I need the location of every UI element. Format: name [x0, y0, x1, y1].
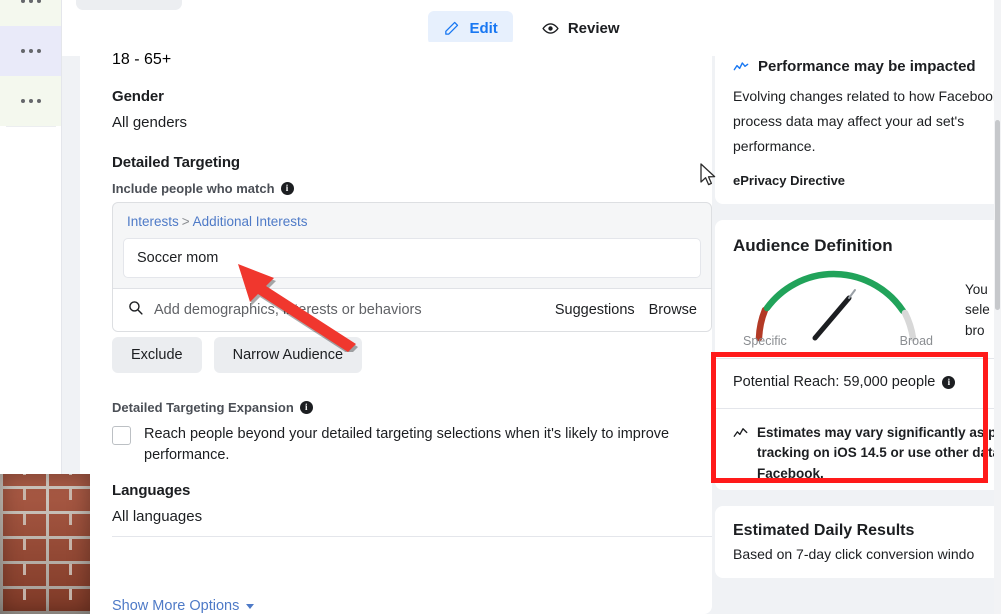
chart-line-icon — [733, 59, 749, 75]
show-more-options-label: Show More Options — [112, 598, 240, 614]
page-scrollbar[interactable] — [994, 0, 1001, 614]
info-icon[interactable]: i — [942, 375, 956, 389]
gender-field: Gender All genders — [112, 88, 187, 131]
browse-link[interactable]: Browse — [649, 302, 697, 318]
detailed-targeting-expansion: Detailed Targeting Expansion i Reach peo… — [112, 400, 712, 466]
performance-notice-line2: process data may affect your ad set's — [733, 113, 965, 129]
caret-down-icon — [246, 603, 255, 609]
pencil-icon — [443, 20, 460, 37]
performance-notice-title: Performance may be impacted — [758, 58, 976, 75]
search-input[interactable]: Add demographics, interests or behaviors — [154, 302, 545, 318]
breadcrumb-root[interactable]: Interests — [127, 214, 179, 229]
estimate-disclaimer-text: Estimates may vary significantly as pe t… — [757, 423, 1001, 484]
expansion-description: Reach people beyond your detailed target… — [144, 426, 670, 464]
tab-review-label: Review — [567, 19, 620, 37]
eprivacy-directive-link[interactable]: ePrivacy Directive — [733, 173, 983, 188]
languages-value: All languages — [112, 508, 203, 525]
search-link-group: Suggestions Browse — [555, 302, 697, 318]
suggestions-link[interactable]: Suggestions — [555, 302, 635, 318]
insights-column: Performance may be impacted Evolving cha… — [715, 42, 1001, 614]
expansion-checkbox-row: Reach people beyond your detailed target… — [112, 424, 712, 466]
potential-reach-row: Potential Reach: 59,000 people i — [733, 359, 983, 404]
estimate-line2: tracking on iOS 14.5 or use other data — [757, 445, 1001, 461]
chart-line-icon — [733, 425, 748, 484]
page-scrollbar-thumb[interactable] — [995, 120, 1000, 310]
estimated-daily-results-card: Estimated Daily Results Based on 7-day c… — [715, 505, 1001, 578]
screen-root: Edit Review 18 - 65+ Gender All genders — [0, 0, 1001, 614]
include-people-label: Include people who match i — [112, 181, 294, 196]
gauge-graphic — [755, 270, 917, 342]
ellipsis-icon — [21, 99, 41, 103]
rail-divider — [6, 126, 56, 127]
gauge-label-specific: Specific — [743, 334, 787, 348]
info-icon[interactable]: i — [280, 182, 294, 195]
estimate-disclaimer: Estimates may vary significantly as pe t… — [733, 409, 1001, 484]
expansion-checkbox[interactable] — [112, 426, 131, 445]
ellipsis-icon — [21, 0, 41, 3]
audience-gauge: Specific Broad You sele bro — [733, 262, 990, 354]
languages-label: Languages — [112, 482, 191, 499]
potential-reach-label: Potential Reach: 59,000 people — [733, 374, 936, 390]
age-value: 18 - 65+ — [112, 51, 172, 68]
eye-icon — [542, 20, 559, 37]
page-column: Edit Review 18 - 65+ Gender All genders — [62, 0, 1001, 614]
detailed-targeting-header: Detailed Targeting Include people who ma… — [112, 154, 294, 196]
performance-notice-card: Performance may be impacted Evolving cha… — [715, 42, 1001, 204]
audience-definition-card: Audience Definition Specific Broad You s… — [715, 220, 1001, 490]
languages-field: Languages All languages — [112, 482, 202, 525]
performance-notice-line1: Evolving changes related to how Facebook — [733, 88, 1000, 104]
gauge-axis-labels: Specific Broad — [743, 334, 933, 348]
targeting-search-row: Add demographics, interests or behaviors… — [113, 288, 711, 331]
performance-notice-header: Performance may be impacted — [733, 58, 983, 75]
estimate-line1: Estimates may vary significantly as pe — [757, 425, 1001, 440]
estimated-daily-results-subtitle: Based on 7-day click conversion windo — [733, 545, 975, 562]
ad-set-form-card: 18 - 65+ Gender All genders Detailed Tar… — [80, 42, 712, 614]
info-icon[interactable]: i — [299, 401, 313, 414]
breadcrumb-leaf[interactable]: Additional Interests — [193, 214, 308, 229]
gauge-label-broad: Broad — [899, 334, 933, 348]
selected-interest-chip[interactable]: Soccer mom — [123, 238, 701, 278]
tab-edit-label: Edit — [469, 19, 498, 37]
exclude-button[interactable]: Exclude — [112, 337, 202, 373]
tab-edit[interactable]: Edit — [428, 11, 513, 45]
performance-notice-line3: performance. — [733, 138, 816, 154]
rail-menu-2[interactable] — [0, 26, 61, 76]
gender-value: All genders — [112, 114, 188, 131]
breadcrumb-separator: > — [181, 214, 190, 229]
rail-menu-3[interactable] — [0, 76, 61, 126]
breadcrumb: Interests > Additional Interests — [113, 203, 711, 238]
narrow-audience-button[interactable]: Narrow Audience — [213, 337, 363, 373]
scrolled-chip — [76, 0, 182, 10]
detailed-targeting-label: Detailed Targeting — [112, 154, 240, 171]
estimated-daily-results-title: Estimated Daily Results — [733, 521, 915, 539]
include-people-text: Include people who match — [112, 181, 275, 196]
expansion-label-row: Detailed Targeting Expansion i — [112, 400, 712, 415]
form-divider — [112, 536, 712, 537]
show-more-options-link[interactable]: Show More Options — [112, 598, 255, 614]
search-icon — [127, 299, 144, 321]
gender-label: Gender — [112, 88, 164, 105]
brick-wall-image — [0, 474, 90, 614]
rail-menu-1[interactable] — [0, 0, 61, 26]
expansion-label: Detailed Targeting Expansion — [112, 400, 294, 415]
targeting-actions: Exclude Narrow Audience — [112, 337, 363, 373]
estimate-line3: Facebook. — [757, 465, 824, 481]
detailed-targeting-box: Interests > Additional Interests Soccer mo… — [112, 202, 712, 332]
ellipsis-icon — [21, 49, 41, 53]
tab-review[interactable]: Review — [527, 11, 635, 45]
audience-definition-title: Audience Definition — [733, 236, 893, 255]
